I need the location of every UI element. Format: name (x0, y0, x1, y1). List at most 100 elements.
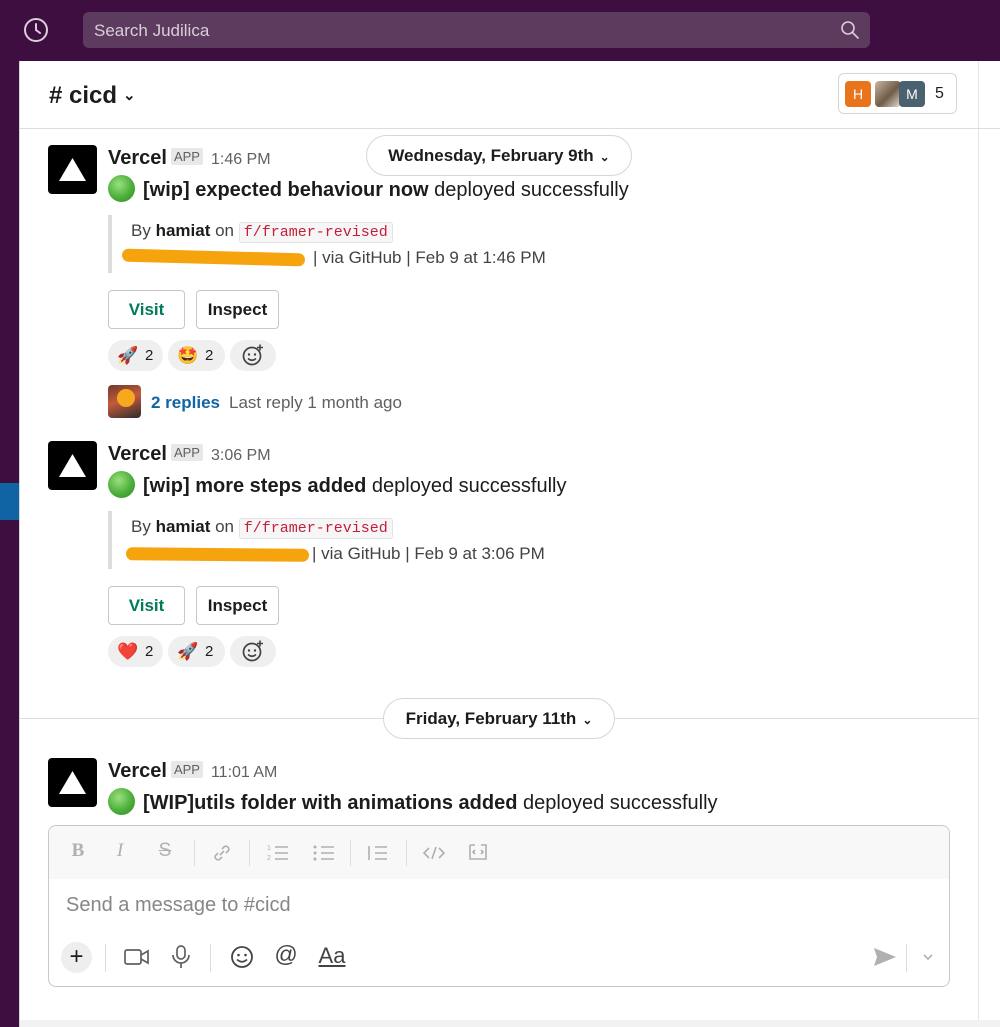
video-icon[interactable] (122, 945, 152, 969)
chevron-down-icon: ⌄ (599, 150, 610, 164)
star-struck-icon: 🤩 (177, 346, 199, 365)
sender-name[interactable]: Vercel (108, 147, 167, 169)
app-badge: APP (170, 148, 203, 165)
replies-link[interactable]: 2 replies (151, 393, 220, 413)
channel-header: # cicd ⌄ H M 5 (20, 61, 1000, 129)
vercel-logo-icon[interactable] (48, 145, 97, 194)
timestamp[interactable]: 3:06 PM (211, 447, 271, 464)
date-divider-button[interactable]: Friday, February 11th ⌄ (383, 698, 615, 739)
bold-icon[interactable]: B (65, 840, 91, 862)
reaction-star-struck[interactable]: 🤩 2 (168, 340, 225, 371)
timestamp[interactable]: 1:46 PM (211, 151, 271, 168)
date-divider-button[interactable]: Wednesday, February 9th ⌄ (366, 135, 632, 176)
green-circle-icon (108, 175, 135, 202)
avatar: M (899, 81, 925, 107)
blockquote-icon[interactable] (365, 843, 391, 863)
visit-button[interactable]: Visit (108, 290, 185, 329)
code-block-icon[interactable] (465, 841, 491, 863)
deploy-status: deployed successfully (366, 475, 567, 497)
by-label: By (131, 517, 156, 536)
message-input[interactable]: Send a message to #cicd (66, 894, 291, 917)
plus-icon[interactable]: + (61, 942, 92, 973)
sidebar-edge (0, 61, 19, 1027)
redaction-mark (121, 248, 306, 267)
reaction-heart[interactable]: ❤️ 2 (108, 636, 163, 667)
divider (906, 944, 907, 972)
on-label: on (210, 517, 239, 536)
ordered-list-icon[interactable]: 12 (265, 843, 291, 863)
visit-button[interactable]: Visit (108, 586, 185, 625)
deploy-attachment: By hamiat on f/framer-revised | via GitH… (108, 511, 568, 569)
bulleted-list-icon[interactable] (311, 843, 337, 863)
sidebar-active-item[interactable] (0, 483, 19, 520)
date-label: Wednesday, February 9th (388, 146, 594, 165)
author-name: hamiat (155, 221, 211, 240)
search-input[interactable]: Search Judilica (83, 12, 870, 48)
last-reply-text: Last reply 1 month ago (229, 393, 402, 412)
on-label: on (210, 221, 239, 240)
formatting-toolbar: B I S 12 (49, 826, 949, 879)
deploy-status: deployed successfully (517, 792, 718, 814)
deploy-title[interactable]: [wip] expected behaviour now (143, 179, 429, 201)
attachment-author-line: By hamiat on f/framer-revised (131, 221, 393, 243)
message-text: [WIP]utils folder with animations added … (108, 788, 718, 815)
divider (194, 840, 195, 866)
sender-name[interactable]: Vercel (108, 443, 167, 465)
top-bar: Search Judilica (0, 0, 1000, 61)
deploy-attachment: By hamiat on f/framer-revised | via GitH… (108, 215, 568, 273)
redaction-mark (125, 547, 310, 562)
divider (210, 944, 211, 972)
channel-name: # cicd (49, 82, 118, 109)
inspect-button[interactable]: Inspect (196, 290, 279, 329)
send-icon[interactable] (870, 945, 900, 969)
divider (406, 840, 407, 866)
microphone-icon[interactable] (166, 944, 196, 970)
deploy-title[interactable]: [WIP]utils folder with animations added (143, 792, 517, 814)
add-reaction-icon (242, 640, 263, 662)
add-reaction-button[interactable] (230, 340, 276, 371)
reaction-rocket[interactable]: 🚀 2 (108, 340, 163, 371)
message-header: Vercel APP 3:06 PM (108, 443, 271, 466)
strikethrough-icon[interactable]: S (152, 840, 178, 862)
rocket-icon: 🚀 (177, 642, 199, 661)
history-icon[interactable] (22, 16, 50, 44)
vercel-logo-icon[interactable] (48, 758, 97, 807)
attachment-meta: | via GitHub | Feb 9 at 1:46 PM (313, 248, 546, 267)
bottom-edge (20, 1020, 1000, 1027)
divider (978, 61, 979, 1027)
author-name: hamiat (155, 517, 211, 536)
reaction-rocket[interactable]: 🚀 2 (168, 636, 225, 667)
svg-text:1: 1 (267, 845, 271, 852)
emoji-icon[interactable] (227, 944, 257, 970)
svg-text:2: 2 (267, 855, 271, 862)
members-button[interactable]: H M 5 (838, 73, 957, 114)
by-label: By (131, 221, 156, 240)
italic-icon[interactable]: I (107, 840, 133, 862)
rocket-icon: 🚀 (117, 346, 139, 365)
deploy-status: deployed successfully (428, 179, 629, 201)
deploy-title[interactable]: [wip] more steps added (143, 475, 366, 497)
send-options-icon[interactable] (913, 950, 943, 964)
message-header: Vercel APP 11:01 AM (108, 760, 277, 783)
formatting-icon[interactable]: Aa (315, 943, 349, 969)
mention-icon[interactable]: @ (271, 941, 301, 968)
reaction-count: 2 (145, 643, 154, 660)
branch-name: f/framer-revised (238, 222, 393, 243)
search-icon[interactable] (840, 20, 860, 40)
sender-name[interactable]: Vercel (108, 760, 167, 782)
app-badge: APP (170, 761, 203, 778)
divider (249, 840, 250, 866)
avatar: H (845, 81, 871, 107)
add-reaction-button[interactable] (230, 636, 276, 667)
code-icon[interactable] (421, 844, 447, 862)
message-composer: B I S 12 Send a message to #cicd + @ Aa (48, 825, 950, 987)
app-badge: APP (170, 444, 203, 461)
link-icon[interactable] (209, 842, 235, 864)
heart-icon: ❤️ (117, 642, 139, 661)
inspect-button[interactable]: Inspect (196, 586, 279, 625)
avatar (108, 385, 141, 418)
timestamp[interactable]: 11:01 AM (211, 764, 277, 781)
vercel-logo-icon[interactable] (48, 441, 97, 490)
attachment-author-line: By hamiat on f/framer-revised (131, 517, 393, 539)
channel-name-button[interactable]: # cicd ⌄ (49, 82, 136, 110)
